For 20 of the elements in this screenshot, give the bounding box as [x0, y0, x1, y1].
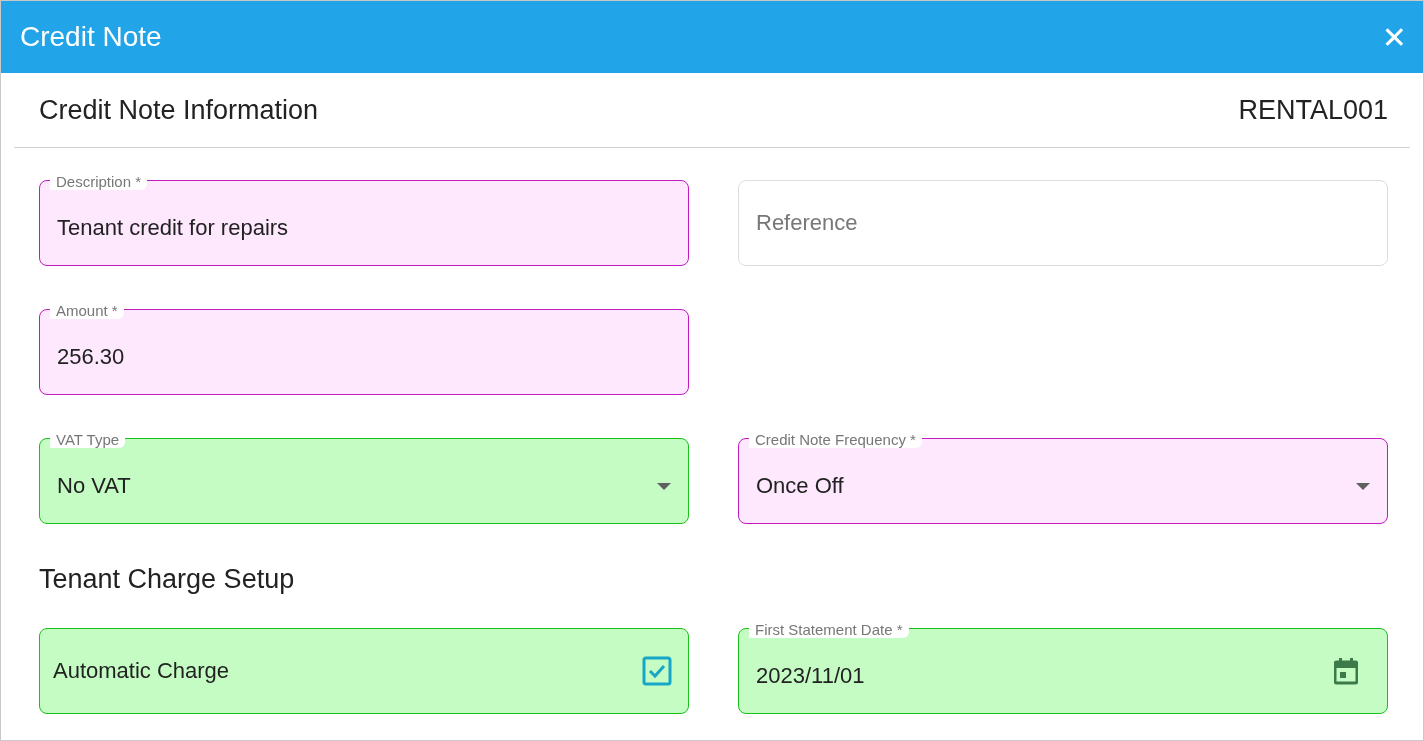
- section-title: Tenant Charge Setup: [38, 563, 296, 595]
- field-value: 2023/11/01: [756, 663, 866, 689]
- field-value: Tenant credit for repairs: [57, 215, 290, 241]
- checkbox[interactable]: [642, 656, 672, 686]
- field-value: Once Off: [756, 473, 845, 499]
- field-value: Automatic Charge: [53, 658, 231, 684]
- field-placeholder: Reference: [756, 210, 859, 237]
- caret-icon: [1356, 482, 1370, 490]
- field-label: Credit Note Frequency *: [749, 431, 922, 448]
- calendar-icon[interactable]: [1334, 657, 1358, 685]
- record-code: RENTAL001: [1238, 94, 1388, 126]
- field-label: Description *: [50, 173, 148, 190]
- section-title: Credit Note Information: [39, 94, 319, 126]
- window-title: Credit Note: [20, 21, 162, 53]
- field-value: No VAT: [57, 473, 132, 499]
- field-value: 256.30: [57, 344, 126, 370]
- checkbox-field[interactable]: Automatic Charge: [39, 628, 689, 714]
- field-label: First Statement Date *: [749, 621, 909, 638]
- caret-icon: [657, 482, 671, 490]
- input-field[interactable]: Reference: [738, 180, 1388, 266]
